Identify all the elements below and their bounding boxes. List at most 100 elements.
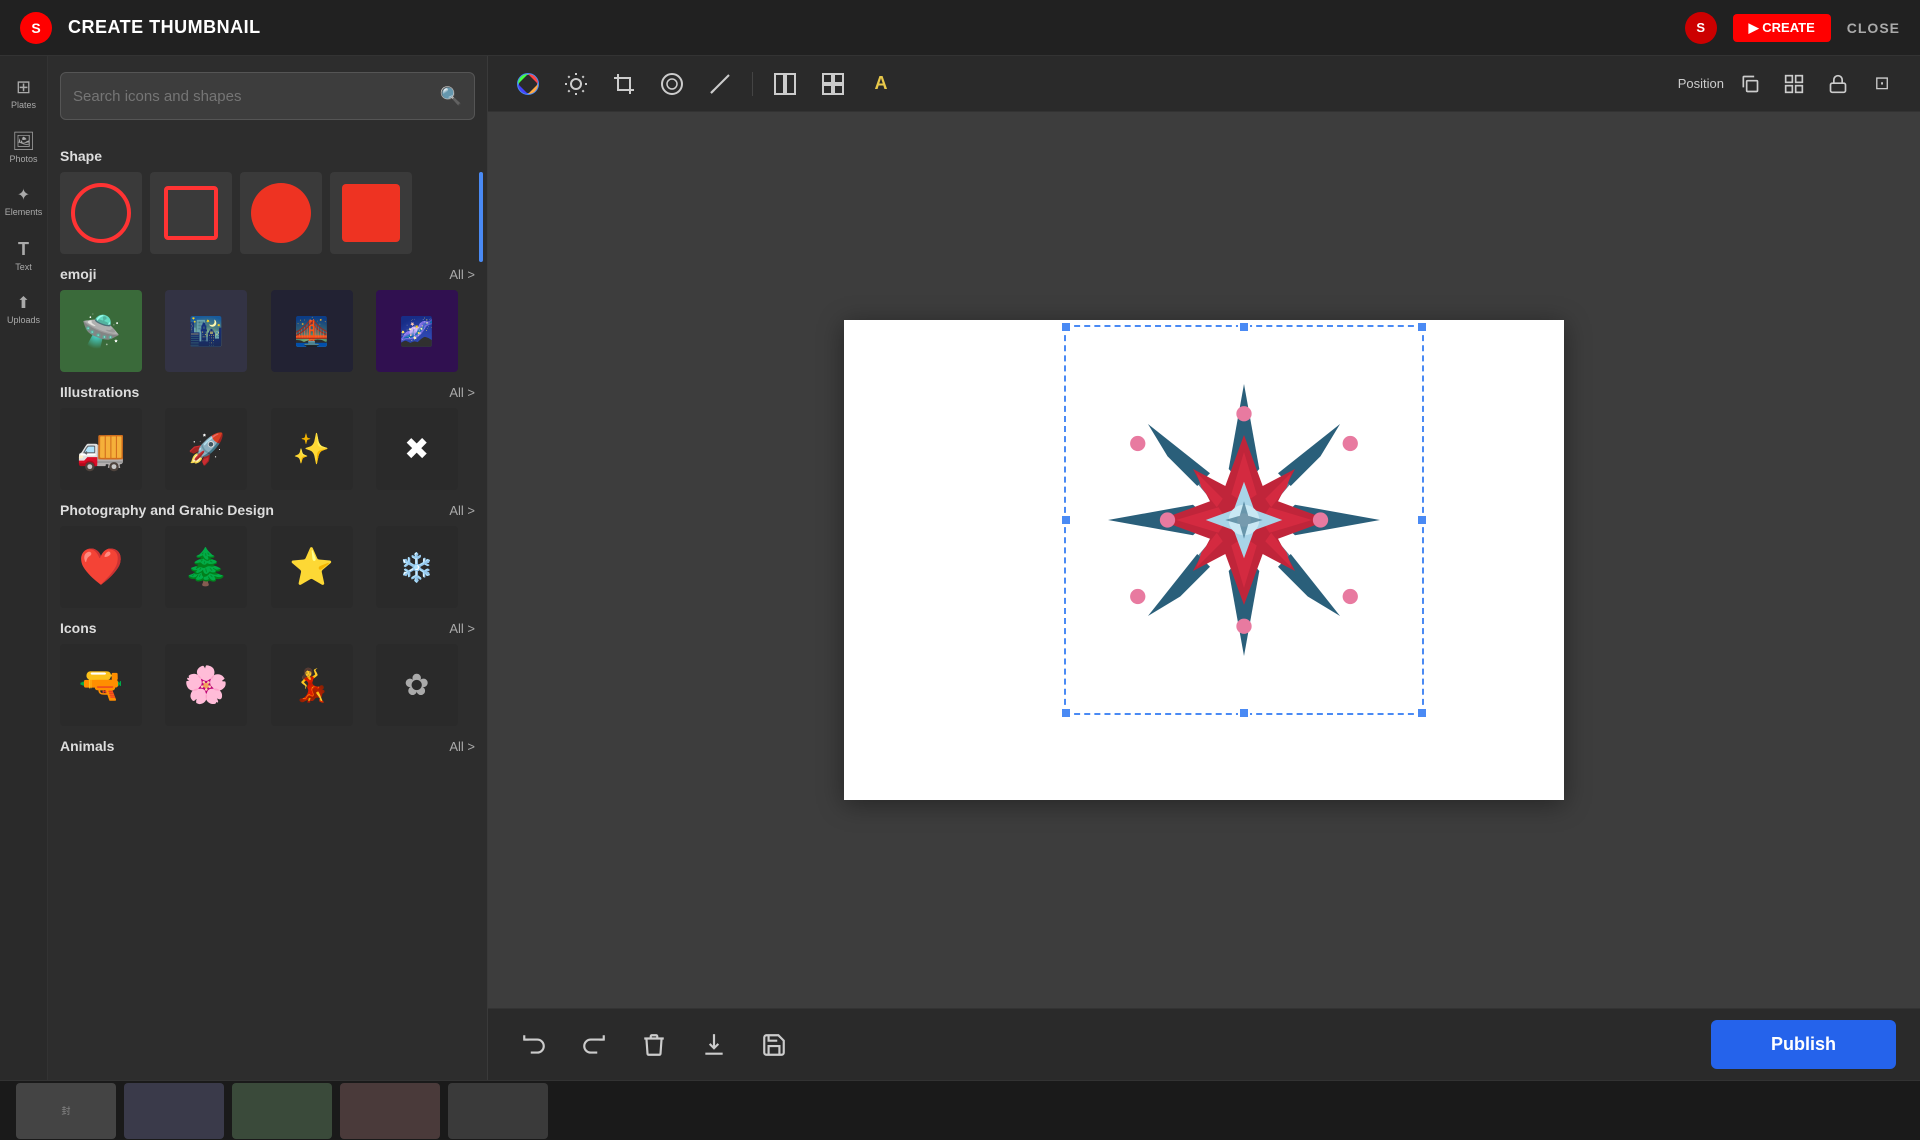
photo-heart[interactable]: ❤️: [60, 526, 142, 608]
illustrations-grid: 🚚 🚀 ✨ ✖: [60, 408, 475, 490]
delete-btn[interactable]: [632, 1023, 676, 1067]
text-format-btn[interactable]: A: [861, 66, 901, 102]
bottom-strip: 封: [0, 1080, 1920, 1140]
position-label: Position: [1678, 76, 1724, 91]
shape-rect-outline[interactable]: [150, 172, 232, 254]
search-bar[interactable]: 🔍: [60, 72, 475, 120]
toolbar-right: Position: [1678, 66, 1900, 102]
brightness-tool-btn[interactable]: [556, 66, 596, 102]
layout1-tool-btn[interactable]: [765, 66, 805, 102]
icons-section-title: Icons: [60, 620, 97, 636]
animals-section-header: Animals All >: [60, 738, 475, 754]
icon-mandala[interactable]: ✿: [376, 644, 458, 726]
nav-label-uploads: Uploads: [7, 315, 40, 325]
crop-tool-btn[interactable]: [604, 66, 644, 102]
redo-icon: [581, 1032, 607, 1058]
top-bar-right: S ▶ CREATE CLOSE: [1685, 12, 1900, 44]
illus-truck[interactable]: 🚚: [60, 408, 142, 490]
uploads-icon: ⬆: [17, 293, 30, 313]
save-icon: [761, 1032, 787, 1058]
icon-flower[interactable]: 🌸: [165, 644, 247, 726]
snowflake-element[interactable]: [1069, 330, 1419, 710]
illus-cross[interactable]: ✖: [376, 408, 458, 490]
nav-item-photos[interactable]: 🖼 Photos: [4, 122, 44, 172]
close-button[interactable]: CLOSE: [1847, 20, 1900, 36]
nav-item-uploads[interactable]: ⬆ Uploads: [4, 284, 44, 334]
illus-wand[interactable]: ✨: [271, 408, 353, 490]
nav-label-photos: Photos: [9, 154, 37, 164]
effect-icon: [660, 72, 684, 96]
bottom-toolbar: Publish: [488, 1008, 1920, 1080]
user-avatar: S: [1685, 12, 1717, 44]
nav-item-elements[interactable]: ✦ Elements: [4, 176, 44, 226]
emoji-city[interactable]: 🌃: [165, 290, 247, 372]
text-format-icon: A: [875, 73, 888, 94]
canvas-area: A Position: [488, 56, 1920, 1080]
circle-outline-shape: [71, 183, 131, 243]
illus-spaceship[interactable]: 🚀: [165, 408, 247, 490]
icons-section-header: Icons All >: [60, 620, 475, 636]
nav-label-elements: Elements: [5, 207, 43, 217]
brightness-icon: [564, 72, 588, 96]
download-icon: [701, 1032, 727, 1058]
photo-snowflake[interactable]: ❄️: [376, 526, 458, 608]
draw-tool-btn[interactable]: [700, 66, 740, 102]
strip-thumb-3[interactable]: [232, 1083, 332, 1139]
photography-section-header: Photography and Grahic Design All >: [60, 502, 475, 518]
strip-thumb-2[interactable]: [124, 1083, 224, 1139]
strip-thumb-1[interactable]: 封: [16, 1083, 116, 1139]
strip-thumb-4[interactable]: [340, 1083, 440, 1139]
photography-all-link[interactable]: All >: [449, 503, 475, 518]
redo-btn[interactable]: [572, 1023, 616, 1067]
left-nav: ⊞ Plates 🖼 Photos ✦ Elements T Text ⬆ Up…: [0, 56, 48, 1080]
emoji-grid: 🛸 🌃 🌉 🌌: [60, 290, 475, 372]
emoji-bridge[interactable]: 🌉: [271, 290, 353, 372]
copy-btn[interactable]: [1732, 66, 1768, 102]
shape-circle-outline[interactable]: [60, 172, 142, 254]
canvas-wrapper[interactable]: [488, 112, 1920, 1008]
download-btn[interactable]: [692, 1023, 736, 1067]
animals-all-link[interactable]: All >: [449, 739, 475, 754]
icons-all-link[interactable]: All >: [449, 621, 475, 636]
rect-filled-shape: [342, 184, 400, 242]
icons-grid: 🔫 🌸 💃 ✿: [60, 644, 475, 726]
shapes-row: [60, 172, 475, 254]
emoji-ufo[interactable]: 🛸: [60, 290, 142, 372]
create-button[interactable]: ▶ CREATE: [1733, 14, 1831, 42]
nav-item-plates[interactable]: ⊞ Plates: [4, 68, 44, 118]
sidebar-scroll[interactable]: Shape emoji Al: [48, 128, 487, 1080]
emoji-stars[interactable]: 🌌: [376, 290, 458, 372]
color-tool-btn[interactable]: [508, 66, 548, 102]
save-btn[interactable]: [752, 1023, 796, 1067]
shape-rect-filled[interactable]: [330, 172, 412, 254]
undo-btn[interactable]: [512, 1023, 556, 1067]
rect-outline-shape: [164, 186, 218, 240]
illustrations-all-link[interactable]: All >: [449, 385, 475, 400]
sidebar: 🔍 Shape: [48, 56, 488, 1080]
top-bar: S CREATE THUMBNAIL S ▶ CREATE CLOSE: [0, 0, 1920, 56]
effect-tool-btn[interactable]: [652, 66, 692, 102]
circle-filled-shape: [251, 183, 311, 243]
text-icon: T: [18, 239, 29, 260]
shape-section-title: Shape: [60, 148, 102, 164]
layout2-tool-btn[interactable]: [813, 66, 853, 102]
publish-button[interactable]: Publish: [1711, 1020, 1896, 1069]
photo-star[interactable]: ⭐: [271, 526, 353, 608]
nav-item-text[interactable]: T Text: [4, 230, 44, 280]
lock-btn[interactable]: [1820, 66, 1856, 102]
emoji-all-link[interactable]: All >: [449, 267, 475, 282]
icon-gun[interactable]: 🔫: [60, 644, 142, 726]
search-input[interactable]: [73, 88, 432, 105]
more-btn[interactable]: ⊡: [1864, 66, 1900, 102]
shape-section-header: Shape: [60, 148, 475, 164]
icon-person[interactable]: 💃: [271, 644, 353, 726]
illustrations-section-header: Illustrations All >: [60, 384, 475, 400]
canvas[interactable]: [844, 320, 1564, 800]
draw-icon: [708, 72, 732, 96]
grid-btn[interactable]: [1776, 66, 1812, 102]
shape-circle-filled[interactable]: [240, 172, 322, 254]
photo-tree[interactable]: 🌲: [165, 526, 247, 608]
strip-thumb-5[interactable]: [448, 1083, 548, 1139]
toolbar-divider: [752, 72, 753, 96]
grid-icon: [1784, 74, 1804, 94]
